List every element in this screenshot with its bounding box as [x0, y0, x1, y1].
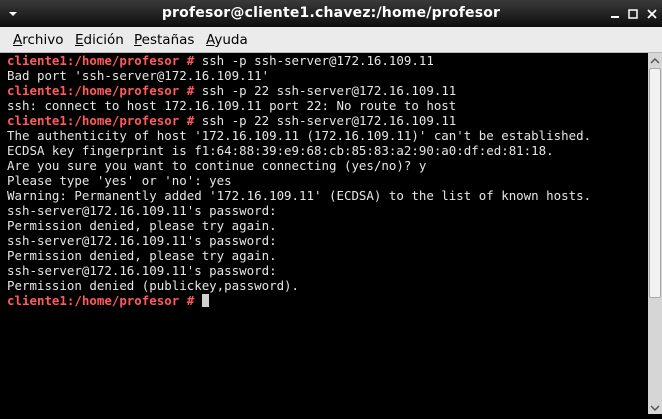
menu-archivo[interactable]: Archivo	[9, 30, 67, 50]
command-text: ssh -p 22 ssh-server@172.16.109.11	[201, 83, 457, 98]
terminal-line: cliente1:/home/profesor # ssh -p 22 ssh-…	[7, 83, 648, 98]
terminal-line: cliente1:/home/profesor #	[7, 293, 648, 308]
terminal-line: ssh-server@172.16.109.11's password:	[7, 203, 648, 218]
output-text: Permission denied, please try again.	[7, 248, 277, 263]
output-text: Please type 'yes' or 'no': yes	[7, 173, 232, 188]
menu-ayuda[interactable]: Ayuda	[202, 30, 252, 50]
output-text: ECDSA key fingerprint is f1:64:88:39:e9:…	[7, 143, 554, 158]
terminal-line: Please type 'yes' or 'no': yes	[7, 173, 648, 188]
output-text: Are you sure you want to continue connec…	[7, 158, 427, 173]
output-text: The authenticity of host '172.16.109.11 …	[7, 128, 592, 143]
window-title: profesor@cliente1.chavez:/home/profesor	[161, 5, 501, 21]
terminal-line: ssh-server@172.16.109.11's password:	[7, 233, 648, 248]
output-text: Warning: Permanently added '172.16.109.1…	[7, 188, 592, 203]
terminal-line: Warning: Permanently added '172.16.109.1…	[7, 188, 648, 203]
scrollbar-thumb[interactable]	[649, 68, 661, 298]
command-text: ssh -p 22 ssh-server@172.16.109.11	[201, 113, 457, 128]
scroll-up-arrow-icon[interactable]	[648, 53, 662, 67]
shell-prompt: cliente1:/home/profesor #	[7, 293, 202, 308]
output-text: ssh-server@172.16.109.11's password:	[7, 233, 277, 248]
terminal-line: cliente1:/home/profesor # ssh -p ssh-ser…	[7, 53, 648, 68]
close-icon[interactable]	[641, 0, 662, 27]
menu-bar: Archivo Edición Pestañas Ayuda	[0, 27, 662, 53]
terminal-output[interactable]: cliente1:/home/profesor # ssh -p ssh-ser…	[0, 53, 648, 414]
terminal-line: Bad port 'ssh-server@172.16.109.11'	[7, 68, 648, 83]
output-text: Bad port 'ssh-server@172.16.109.11'	[7, 68, 270, 83]
shell-prompt: cliente1:/home/profesor #	[7, 113, 202, 128]
output-text: ssh-server@172.16.109.11's password:	[7, 203, 277, 218]
terminal-line: ECDSA key fingerprint is f1:64:88:39:e9:…	[7, 143, 648, 158]
text-cursor	[201, 294, 209, 307]
output-text: Permission denied (publickey,password).	[7, 278, 300, 293]
terminal-line: Permission denied, please try again.	[7, 248, 648, 263]
terminal-line: Are you sure you want to continue connec…	[7, 158, 648, 173]
terminal-line: ssh-server@172.16.109.11's password:	[7, 263, 648, 278]
output-text: ssh: connect to host 172.16.109.11 port …	[7, 98, 457, 113]
terminal-line: Permission denied, please try again.	[7, 218, 648, 233]
title-bar[interactable]: profesor@cliente1.chavez:/home/profesor	[0, 0, 662, 27]
output-text: ssh-server@172.16.109.11's password:	[7, 263, 277, 278]
shell-prompt: cliente1:/home/profesor #	[7, 53, 202, 68]
output-text: Permission denied, please try again.	[7, 218, 277, 233]
scroll-down-arrow-icon[interactable]	[648, 400, 662, 414]
terminal-line: The authenticity of host '172.16.109.11 …	[7, 128, 648, 143]
menu-pestanas[interactable]: Pestañas	[130, 30, 198, 50]
vertical-scrollbar[interactable]	[648, 53, 662, 414]
terminal-line: cliente1:/home/profesor # ssh -p 22 ssh-…	[7, 113, 648, 128]
terminal-line: Permission denied (publickey,password).	[7, 278, 648, 293]
command-text: ssh -p ssh-server@172.16.109.11	[201, 53, 434, 68]
menu-edicion[interactable]: Edición	[71, 30, 128, 50]
terminal-window: profesor@cliente1.chavez:/home/profesor …	[0, 0, 662, 414]
terminal-line: ssh: connect to host 172.16.109.11 port …	[7, 98, 648, 113]
shell-prompt: cliente1:/home/profesor #	[7, 83, 202, 98]
